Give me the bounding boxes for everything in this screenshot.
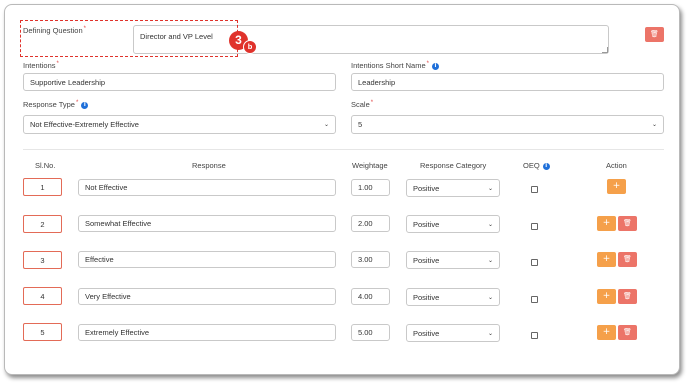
chevron-down-icon: ⌄ [487, 293, 493, 301]
plus-icon: + [602, 327, 611, 337]
plus-icon: + [602, 218, 611, 228]
trash-icon: 🗑 [623, 328, 632, 336]
textarea-resize-handle[interactable] [602, 47, 608, 53]
trash-icon: 🗑 [623, 292, 632, 300]
row-2-weightage-input[interactable]: 2.00 [351, 215, 390, 232]
row-3-slno-input[interactable]: 3 [23, 251, 62, 269]
plus-icon: + [602, 254, 611, 264]
info-icon[interactable]: i [542, 162, 550, 170]
row-3-delete-button[interactable]: 🗑 [618, 252, 637, 267]
section-divider [23, 149, 664, 150]
row-5-weightage-input[interactable]: 5.00 [351, 324, 390, 341]
row-5-add-button[interactable]: + [597, 325, 616, 340]
header-oeq: OEQ i [523, 161, 550, 170]
row-1-add-button[interactable]: + [607, 179, 626, 194]
intentions-label: Intentions* [23, 61, 59, 70]
response-type-label: Response Type* i [23, 100, 89, 109]
row-5-category-select[interactable]: Positive ⌄ [406, 324, 500, 342]
question-card: Defining Question* Director and VP Level… [4, 4, 680, 375]
header-response-category: Response Category [420, 161, 487, 170]
header-response: Response [192, 161, 226, 170]
row-5-slno-input[interactable]: 5 [23, 323, 62, 341]
row-4-slno-input[interactable]: 4 [23, 287, 62, 305]
chevron-down-icon: ⌄ [487, 256, 493, 264]
scale-select[interactable]: 5 ⌄ [351, 115, 664, 134]
row-2-response-input[interactable]: Somewhat Effective [78, 215, 336, 232]
scale-label: Scale* [351, 100, 374, 109]
row-3-response-input[interactable]: Effective [78, 251, 336, 268]
info-icon[interactable]: i [431, 62, 439, 70]
row-2-slno-input[interactable]: 2 [23, 215, 62, 233]
row-2-delete-button[interactable]: 🗑 [618, 216, 637, 231]
row-3-category-select[interactable]: Positive ⌄ [406, 251, 500, 269]
row-1-slno-input[interactable]: 1 [23, 178, 62, 196]
row-5-oeq-checkbox[interactable] [531, 332, 538, 339]
chevron-down-icon: ⌄ [487, 184, 493, 192]
response-type-select[interactable]: Not Effective-Extremely Effective ⌄ [23, 115, 336, 134]
chevron-down-icon: ⌄ [487, 329, 493, 337]
row-2-add-button[interactable]: + [597, 216, 616, 231]
row-2-oeq-checkbox[interactable] [531, 223, 538, 230]
chevron-down-icon: ⌄ [487, 220, 493, 228]
row-2-category-select[interactable]: Positive ⌄ [406, 215, 500, 233]
step-marker-sub: b [243, 40, 257, 54]
trash-icon: 🗑 [623, 219, 632, 227]
row-3-add-button[interactable]: + [597, 252, 616, 267]
row-1-oeq-checkbox[interactable] [531, 186, 538, 193]
info-icon[interactable]: i [81, 101, 89, 109]
row-1-response-input[interactable]: Not Effective [78, 179, 336, 196]
row-4-weightage-input[interactable]: 4.00 [351, 288, 390, 305]
row-5-response-input[interactable]: Extremely Effective [78, 324, 336, 341]
row-4-add-button[interactable]: + [597, 289, 616, 304]
header-weightage: Weightage [352, 161, 388, 170]
header-action: Action [606, 161, 627, 170]
row-3-weightage-input[interactable]: 3.00 [351, 251, 390, 268]
header-slno: Sl.No. [35, 161, 56, 170]
intentions-short-name-input[interactable]: Leadership [351, 73, 664, 91]
delete-question-button[interactable]: 🗑 [645, 27, 664, 42]
row-1-category-select[interactable]: Positive ⌄ [406, 179, 500, 197]
row-4-category-select[interactable]: Positive ⌄ [406, 288, 500, 306]
trash-icon: 🗑 [650, 30, 659, 38]
row-4-oeq-checkbox[interactable] [531, 296, 538, 303]
plus-icon: + [612, 181, 621, 191]
row-4-delete-button[interactable]: 🗑 [618, 289, 637, 304]
intentions-short-name-label: Intentions Short Name* i [351, 61, 439, 70]
row-3-oeq-checkbox[interactable] [531, 259, 538, 266]
row-1-weightage-input[interactable]: 1.00 [351, 179, 390, 196]
chevron-down-icon: ⌄ [323, 121, 329, 128]
highlight-box [20, 20, 238, 57]
trash-icon: 🗑 [623, 255, 632, 263]
row-4-response-input[interactable]: Very Effective [78, 288, 336, 305]
row-5-delete-button[interactable]: 🗑 [618, 325, 637, 340]
intentions-input[interactable]: Supportive Leadership [23, 73, 336, 91]
plus-icon: + [602, 291, 611, 301]
chevron-down-icon: ⌄ [651, 121, 657, 128]
